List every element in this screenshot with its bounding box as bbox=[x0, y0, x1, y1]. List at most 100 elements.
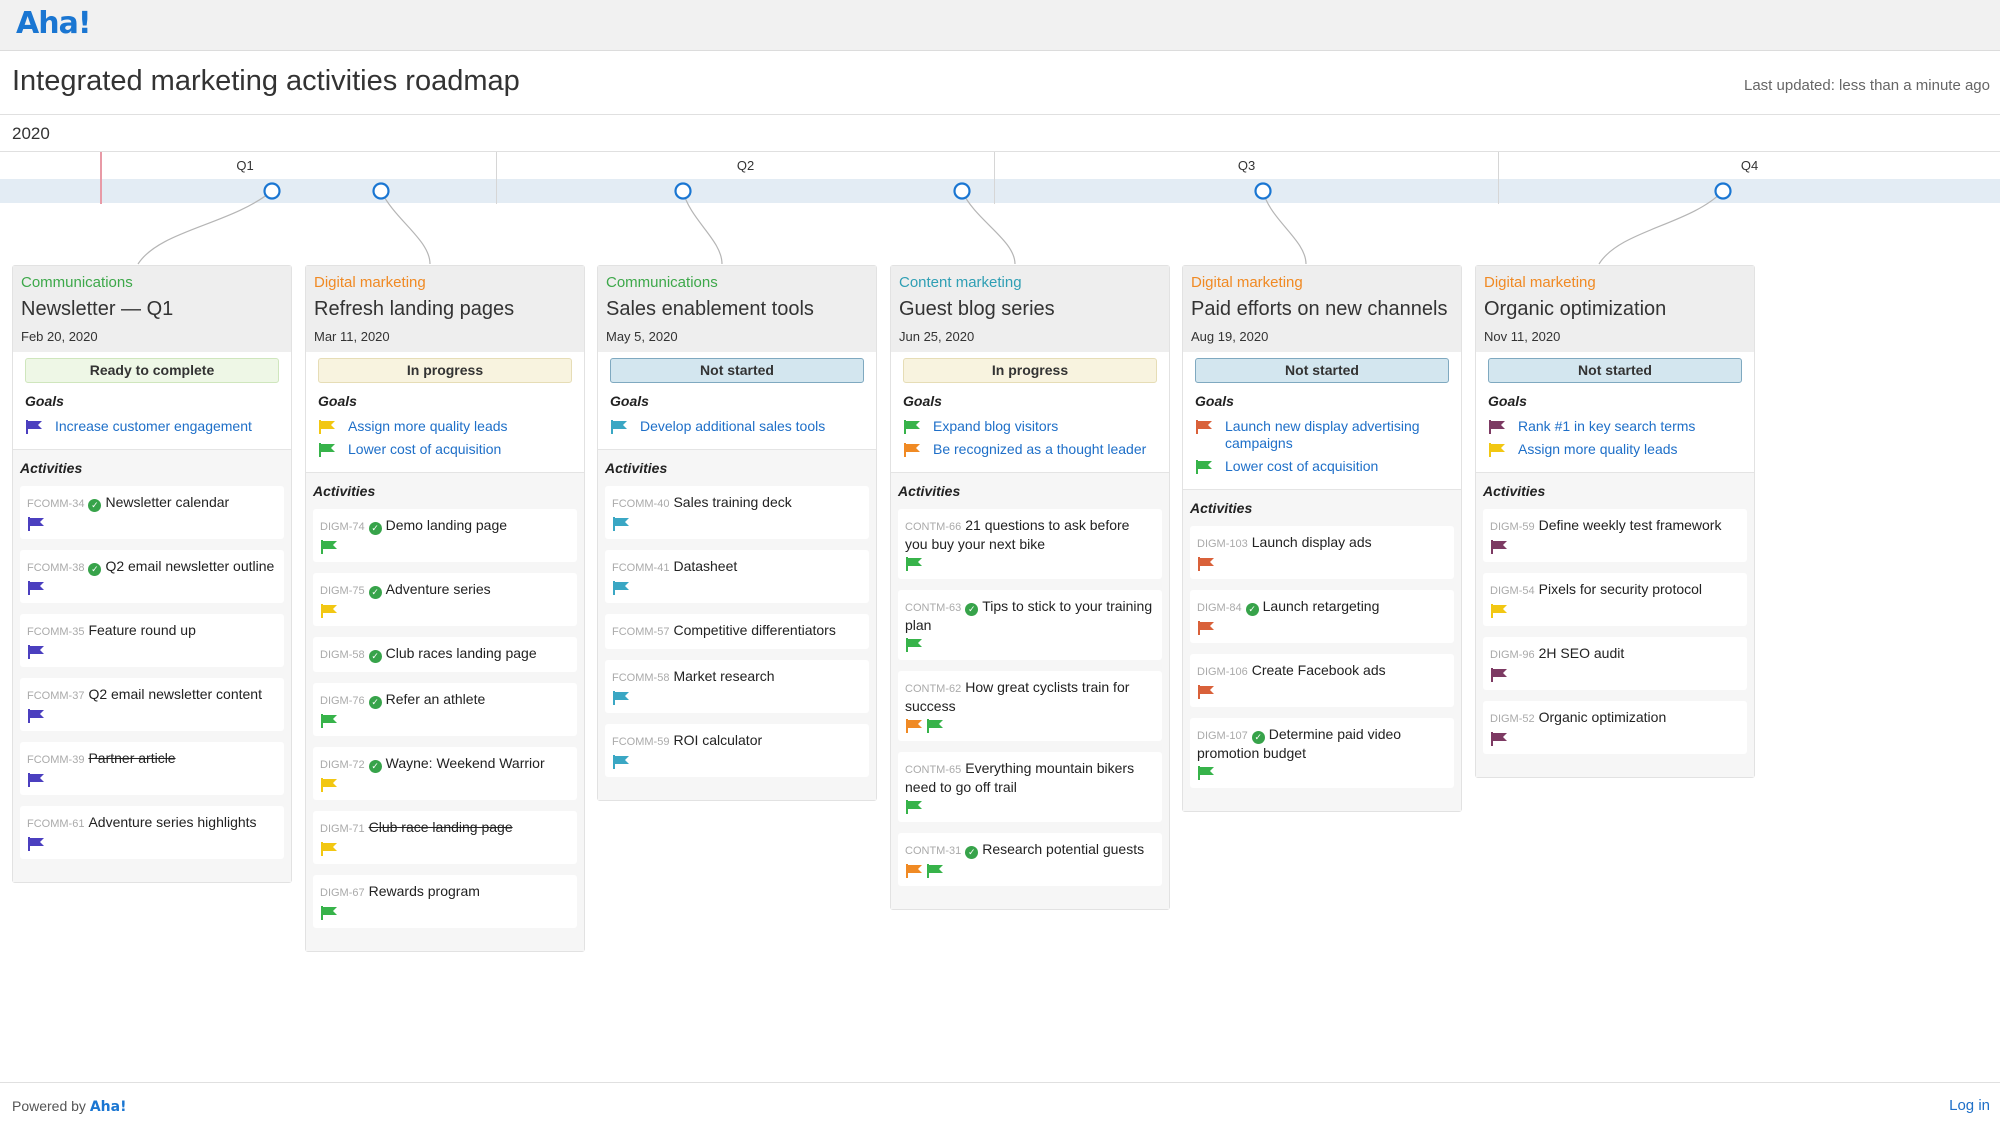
milestone-marker[interactable] bbox=[1256, 184, 1271, 199]
roadmap-card[interactable]: Content marketingGuest blog seriesJun 25… bbox=[890, 265, 1170, 910]
activity-name[interactable]: Define weekly test framework bbox=[1539, 517, 1722, 533]
activity-name[interactable]: Market research bbox=[673, 668, 774, 684]
activity-name[interactable]: Datasheet bbox=[673, 558, 737, 574]
activity-card[interactable]: CONTM-6621 questions to ask before you b… bbox=[898, 509, 1162, 579]
status-wrapper: In progress bbox=[312, 352, 578, 385]
goal-item[interactable]: Lower cost of acquisition bbox=[1195, 458, 1449, 475]
activity-card[interactable]: FCOMM-61Adventure series highlights bbox=[20, 806, 284, 859]
goal-link[interactable]: Develop additional sales tools bbox=[640, 418, 825, 435]
activity-name[interactable]: Q2 email newsletter outline bbox=[105, 558, 274, 574]
goal-link[interactable]: Increase customer engagement bbox=[55, 418, 252, 435]
activity-name[interactable]: Launch retargeting bbox=[1263, 598, 1380, 614]
goal-link[interactable]: Be recognized as a thought leader bbox=[933, 441, 1146, 458]
connector-line bbox=[381, 191, 430, 264]
activity-card[interactable]: FCOMM-37Q2 email newsletter content bbox=[20, 678, 284, 731]
activity-name[interactable]: Organic optimization bbox=[1539, 709, 1667, 725]
roadmap-card[interactable]: Digital marketingRefresh landing pagesMa… bbox=[305, 265, 585, 952]
activity-card[interactable]: DIGM-54Pixels for security protocol bbox=[1483, 573, 1747, 626]
activity-card[interactable]: FCOMM-40Sales training deck bbox=[605, 486, 869, 539]
goal-item[interactable]: Develop additional sales tools bbox=[610, 418, 864, 435]
milestone-marker[interactable] bbox=[955, 184, 970, 199]
activity-name[interactable]: Q2 email newsletter content bbox=[88, 686, 262, 702]
activity-card[interactable]: FCOMM-39Partner article bbox=[20, 742, 284, 795]
goal-item[interactable]: Expand blog visitors bbox=[903, 418, 1157, 435]
card-title[interactable]: Guest blog series bbox=[899, 298, 1161, 321]
activity-name[interactable]: Feature round up bbox=[88, 622, 195, 638]
goal-link[interactable]: Launch new display advertising campaigns bbox=[1225, 418, 1449, 452]
activity-card[interactable]: DIGM-75✓Adventure series bbox=[313, 573, 577, 626]
activity-card[interactable]: DIGM-67Rewards program bbox=[313, 875, 577, 928]
goal-link[interactable]: Rank #1 in key search terms bbox=[1518, 418, 1695, 435]
goal-link[interactable]: Lower cost of acquisition bbox=[348, 441, 501, 458]
card-title[interactable]: Newsletter — Q1 bbox=[21, 298, 283, 321]
activity-card[interactable]: CONTM-62How great cyclists train for suc… bbox=[898, 671, 1162, 741]
goal-link[interactable]: Lower cost of acquisition bbox=[1225, 458, 1378, 475]
goal-item[interactable]: Lower cost of acquisition bbox=[318, 441, 572, 458]
activity-card[interactable]: CONTM-63✓Tips to stick to your training … bbox=[898, 590, 1162, 660]
card-title[interactable]: Sales enablement tools bbox=[606, 298, 868, 321]
activity-name[interactable]: Adventure series highlights bbox=[88, 814, 256, 830]
powered-by-logo[interactable]: Aha! bbox=[90, 1099, 127, 1115]
activity-card[interactable]: DIGM-84✓Launch retargeting bbox=[1190, 590, 1454, 643]
activity-name[interactable]: ROI calculator bbox=[673, 732, 762, 748]
activity-name[interactable]: Club race landing page bbox=[369, 819, 513, 835]
activity-card[interactable]: CONTM-31✓Research potential guests bbox=[898, 833, 1162, 886]
activity-card[interactable]: CONTM-65Everything mountain bikers need … bbox=[898, 752, 1162, 822]
activity-card[interactable]: DIGM-59Define weekly test framework bbox=[1483, 509, 1747, 562]
activity-name[interactable]: Create Facebook ads bbox=[1252, 662, 1386, 678]
activity-card[interactable]: DIGM-58✓Club races landing page bbox=[313, 637, 577, 672]
activity-card[interactable]: FCOMM-35Feature round up bbox=[20, 614, 284, 667]
activity-card[interactable]: DIGM-962H SEO audit bbox=[1483, 637, 1747, 690]
activity-card[interactable]: FCOMM-38✓Q2 email newsletter outline bbox=[20, 550, 284, 603]
milestone-marker[interactable] bbox=[265, 184, 280, 199]
card-title[interactable]: Organic optimization bbox=[1484, 298, 1746, 321]
roadmap-card[interactable]: Digital marketingPaid efforts on new cha… bbox=[1182, 265, 1462, 812]
activity-name[interactable]: Sales training deck bbox=[673, 494, 791, 510]
activity-card[interactable]: FCOMM-59ROI calculator bbox=[605, 724, 869, 777]
activity-card[interactable]: DIGM-106Create Facebook ads bbox=[1190, 654, 1454, 707]
activity-card[interactable]: DIGM-107✓Determine paid video promotion … bbox=[1190, 718, 1454, 788]
goal-item[interactable]: Assign more quality leads bbox=[1488, 441, 1742, 458]
activity-card[interactable]: DIGM-74✓Demo landing page bbox=[313, 509, 577, 562]
activity-name[interactable]: Newsletter calendar bbox=[105, 494, 229, 510]
activity-card[interactable]: FCOMM-41Datasheet bbox=[605, 550, 869, 603]
goal-item[interactable]: Assign more quality leads bbox=[318, 418, 572, 435]
activity-card[interactable]: DIGM-72✓Wayne: Weekend Warrior bbox=[313, 747, 577, 800]
activity-card[interactable]: DIGM-76✓Refer an athlete bbox=[313, 683, 577, 736]
activity-name[interactable]: Rewards program bbox=[369, 883, 480, 899]
activity-card[interactable]: DIGM-52Organic optimization bbox=[1483, 701, 1747, 754]
activity-name[interactable]: Competitive differentiators bbox=[673, 622, 835, 638]
goal-item[interactable]: Launch new display advertising campaigns bbox=[1195, 418, 1449, 452]
activity-card[interactable]: DIGM-103Launch display ads bbox=[1190, 526, 1454, 579]
activity-card[interactable]: FCOMM-34✓Newsletter calendar bbox=[20, 486, 284, 539]
activity-name[interactable]: Refer an athlete bbox=[386, 691, 486, 707]
goal-item[interactable]: Increase customer engagement bbox=[25, 418, 279, 435]
milestone-marker[interactable] bbox=[676, 184, 691, 199]
activity-name[interactable]: Partner article bbox=[88, 750, 175, 766]
card-title[interactable]: Paid efforts on new channels bbox=[1191, 298, 1453, 321]
roadmap-card[interactable]: CommunicationsNewsletter — Q1Feb 20, 202… bbox=[12, 265, 292, 883]
activity-name[interactable]: Pixels for security protocol bbox=[1539, 581, 1702, 597]
activity-name[interactable]: Research potential guests bbox=[982, 841, 1144, 857]
goal-link[interactable]: Assign more quality leads bbox=[348, 418, 508, 435]
activity-name[interactable]: Adventure series bbox=[386, 581, 491, 597]
milestone-marker[interactable] bbox=[374, 184, 389, 199]
goal-item[interactable]: Rank #1 in key search terms bbox=[1488, 418, 1742, 435]
activity-name[interactable]: Launch display ads bbox=[1252, 534, 1372, 550]
roadmap-card[interactable]: CommunicationsSales enablement toolsMay … bbox=[597, 265, 877, 801]
activity-name[interactable]: 2H SEO audit bbox=[1539, 645, 1625, 661]
activity-card[interactable]: FCOMM-57Competitive differentiators bbox=[605, 614, 869, 649]
activity-flags bbox=[612, 517, 862, 531]
activity-card[interactable]: FCOMM-58Market research bbox=[605, 660, 869, 713]
milestone-marker[interactable] bbox=[1716, 184, 1731, 199]
roadmap-card[interactable]: Digital marketingOrganic optimizationNov… bbox=[1475, 265, 1755, 778]
card-title[interactable]: Refresh landing pages bbox=[314, 298, 576, 321]
goal-item[interactable]: Be recognized as a thought leader bbox=[903, 441, 1157, 458]
goal-link[interactable]: Assign more quality leads bbox=[1518, 441, 1678, 458]
goal-link[interactable]: Expand blog visitors bbox=[933, 418, 1058, 435]
activity-name[interactable]: Club races landing page bbox=[386, 645, 537, 661]
activity-card[interactable]: DIGM-71Club race landing page bbox=[313, 811, 577, 864]
login-link[interactable]: Log in bbox=[1949, 1097, 1990, 1114]
activity-name[interactable]: Wayne: Weekend Warrior bbox=[386, 755, 545, 771]
activity-name[interactable]: Demo landing page bbox=[386, 517, 507, 533]
